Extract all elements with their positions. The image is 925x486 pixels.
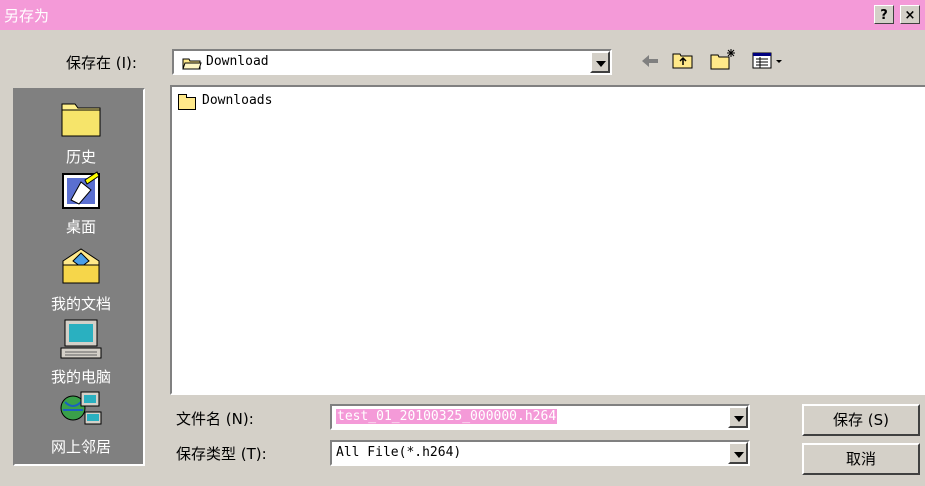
dialog-title: 另存为 xyxy=(4,7,50,25)
places-bar: 历史 桌面 我的文档 我的电脑 网上邻居 xyxy=(13,88,145,466)
chevron-down-icon xyxy=(596,61,606,67)
view-menu-icon[interactable] xyxy=(752,52,788,74)
place-my-documents[interactable]: 我的文档 xyxy=(15,245,147,315)
chevron-down-icon xyxy=(734,452,744,458)
filetype-value: All File(*.h264) xyxy=(336,445,462,460)
desktop-icon xyxy=(59,170,103,214)
place-label: 桌面 xyxy=(65,218,96,236)
place-label: 我的文档 xyxy=(50,295,111,313)
help-button[interactable]: ? xyxy=(874,5,894,24)
filetype-label: 保存类型 (T): xyxy=(176,445,267,463)
place-my-computer[interactable]: 我的电脑 xyxy=(15,318,147,388)
list-item[interactable]: Downloads xyxy=(176,93,316,111)
new-folder-icon[interactable] xyxy=(710,48,736,74)
filename-label: 文件名 (N): xyxy=(176,410,254,428)
history-icon xyxy=(59,98,103,142)
place-history[interactable]: 历史 xyxy=(15,98,147,168)
save-in-label: 保存在 (I): xyxy=(66,54,137,72)
save-in-combo[interactable]: Download xyxy=(172,49,612,75)
place-desktop[interactable]: 桌面 xyxy=(15,170,147,238)
folder-icon xyxy=(178,94,196,110)
my-computer-icon xyxy=(59,318,103,364)
save-in-value: Download xyxy=(206,54,269,69)
place-label: 我的电脑 xyxy=(50,368,111,386)
title-bar: 另存为 ? × xyxy=(0,0,925,30)
place-network-places[interactable]: 网上邻居 xyxy=(15,390,147,460)
cancel-button[interactable]: 取消 xyxy=(802,443,920,475)
filetype-combo[interactable]: All File(*.h264) xyxy=(330,440,750,466)
filename-input[interactable]: test_01_20100325_000000.h264 xyxy=(336,409,558,424)
filename-combo[interactable]: test_01_20100325_000000.h264 xyxy=(330,404,750,430)
filetype-dropdown-button[interactable] xyxy=(728,442,748,464)
save-button[interactable]: 保存 (S) xyxy=(802,404,920,436)
place-label: 网上邻居 xyxy=(50,438,111,456)
save-in-dropdown-button[interactable] xyxy=(590,51,610,73)
back-arrow-icon[interactable] xyxy=(640,53,660,73)
close-button[interactable]: × xyxy=(900,5,920,24)
file-list[interactable]: Downloads xyxy=(170,85,925,395)
network-places-icon xyxy=(59,390,103,434)
my-documents-icon xyxy=(59,245,103,289)
folder-open-icon xyxy=(182,57,202,74)
filename-dropdown-button[interactable] xyxy=(728,406,748,428)
place-label: 历史 xyxy=(65,148,96,166)
up-folder-icon[interactable] xyxy=(672,50,694,74)
chevron-down-icon xyxy=(734,416,744,422)
file-name: Downloads xyxy=(202,93,273,108)
